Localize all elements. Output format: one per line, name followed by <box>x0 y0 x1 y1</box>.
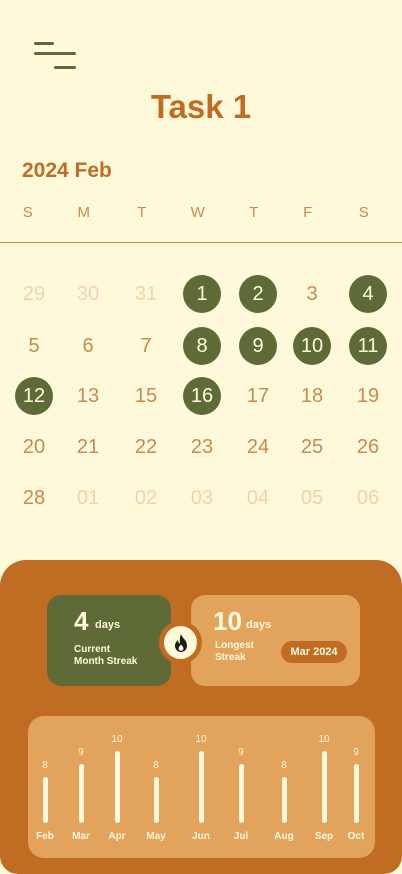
streak-fire-badge <box>159 621 202 664</box>
chart-bar <box>115 751 120 823</box>
longest-streak-label-line1: Longest <box>215 640 254 651</box>
calendar-day[interactable]: 31 <box>127 275 165 313</box>
calendar-day[interactable]: 7 <box>127 327 165 365</box>
calendar-day[interactable]: 01 <box>69 479 107 517</box>
chart-category-label: Apr <box>108 831 126 842</box>
task-screen: Task 1 2024 Feb SMTWTFS 29 30 31 1 2 3 4 5 6 7 8 9 1… <box>0 0 402 874</box>
calendar-divider <box>0 242 402 243</box>
calendar-day[interactable]: 30 <box>69 275 107 313</box>
chart-value-label: 10 <box>111 734 123 745</box>
calendar-day[interactable]: 19 <box>349 377 387 415</box>
weekday-label: T <box>249 204 259 221</box>
chart-bar <box>43 777 48 823</box>
chart-category-label: Feb <box>36 831 54 842</box>
chart-bar <box>199 751 204 823</box>
chart-bar <box>322 751 327 823</box>
chart-category-label: Jul <box>233 831 249 842</box>
fire-icon <box>174 633 187 652</box>
calendar-day[interactable]: 5 <box>15 327 53 365</box>
calendar-day[interactable]: 26 <box>349 428 387 466</box>
chart-value-label: 9 <box>353 747 359 759</box>
chart-bar <box>239 764 244 823</box>
page-title: Task 1 <box>150 88 252 125</box>
calendar-day[interactable]: 3 <box>293 275 331 313</box>
current-streak-label-line1: Current <box>74 644 111 655</box>
calendar-day[interactable]: 17 <box>239 377 277 415</box>
calendar-day[interactable]: 03 <box>183 479 221 517</box>
calendar-day[interactable]: 4 <box>349 275 387 313</box>
calendar-day[interactable]: 02 <box>127 479 165 517</box>
chart-value-label: 8 <box>42 760 48 772</box>
calendar-day[interactable]: 15 <box>127 377 165 415</box>
weekday-label: M <box>77 204 91 221</box>
menu-icon[interactable] <box>32 40 78 72</box>
calendar-day[interactable]: 20 <box>15 428 53 466</box>
chart-value-label: 10 <box>195 734 207 745</box>
chart-category-label: Oct <box>347 831 365 842</box>
calendar-day[interactable]: 1 <box>183 275 221 313</box>
weekday-label: S <box>358 204 370 221</box>
calendar-day[interactable]: 11 <box>349 327 387 365</box>
calendar-day[interactable]: 2 <box>239 275 277 313</box>
calendar-day[interactable]: 13 <box>69 377 107 415</box>
calendar-day[interactable]: 05 <box>293 479 331 517</box>
calendar-day[interactable]: 25 <box>293 428 331 466</box>
chart-value-label: 9 <box>238 747 244 759</box>
weekday-label: T <box>137 204 147 221</box>
calendar-day[interactable]: 29 <box>15 275 53 313</box>
longest-streak-unit: days <box>246 619 272 631</box>
calendar-day[interactable]: 06 <box>349 479 387 517</box>
longest-streak-label-line2: Streak <box>215 652 246 663</box>
chart-value-label: 8 <box>281 760 287 772</box>
chart-bar <box>79 764 84 823</box>
calendar-day[interactable]: 16 <box>183 377 221 415</box>
calendar-day[interactable]: 12 <box>15 377 53 415</box>
calendar-day[interactable]: 22 <box>127 428 165 466</box>
chart-bar <box>354 764 359 823</box>
calendar-month-label: 2024 Feb <box>22 159 112 182</box>
longest-streak-date-badge: Mar 2024 <box>281 641 347 663</box>
current-streak-card: 4 days Current Month Streak <box>47 595 171 686</box>
chart-value-label: 9 <box>78 747 84 759</box>
chart-category-label: Mar <box>72 831 90 842</box>
calendar-day[interactable]: 10 <box>293 327 331 365</box>
chart-value-label: 10 <box>318 734 330 745</box>
calendar-day[interactable]: 28 <box>15 479 53 517</box>
chart-category-label: Aug <box>274 831 294 842</box>
current-streak-label-line2: Month Streak <box>74 656 138 667</box>
weekday-header: SMTWTFS <box>0 204 402 222</box>
calendar-day[interactable]: 23 <box>183 428 221 466</box>
chart-category-label: Jun <box>192 831 210 842</box>
chart-bar <box>154 777 159 823</box>
calendar-day[interactable]: 6 <box>69 327 107 365</box>
chart-category-label: May <box>146 831 166 842</box>
monthly-streak-chart: 8 Feb 9 Mar 10 Apr 8 May 10 Jun 9 Jul 8 Aug 10 Sep 9 Oct <box>28 716 375 858</box>
chart-value-label: 8 <box>153 760 159 772</box>
weekday-label: S <box>22 204 34 221</box>
calendar-day[interactable]: 18 <box>293 377 331 415</box>
longest-streak-value: 10 <box>213 606 242 636</box>
calendar-day[interactable]: 21 <box>69 428 107 466</box>
calendar-day[interactable]: 8 <box>183 327 221 365</box>
weekday-label: W <box>190 204 206 221</box>
weekday-label: F <box>303 204 313 221</box>
calendar-day[interactable]: 24 <box>239 428 277 466</box>
current-streak-value: 4 <box>74 606 89 636</box>
current-streak-unit: days <box>95 619 121 631</box>
chart-bar <box>282 777 287 823</box>
calendar-day[interactable]: 9 <box>239 327 277 365</box>
calendar-day[interactable]: 04 <box>239 479 277 517</box>
